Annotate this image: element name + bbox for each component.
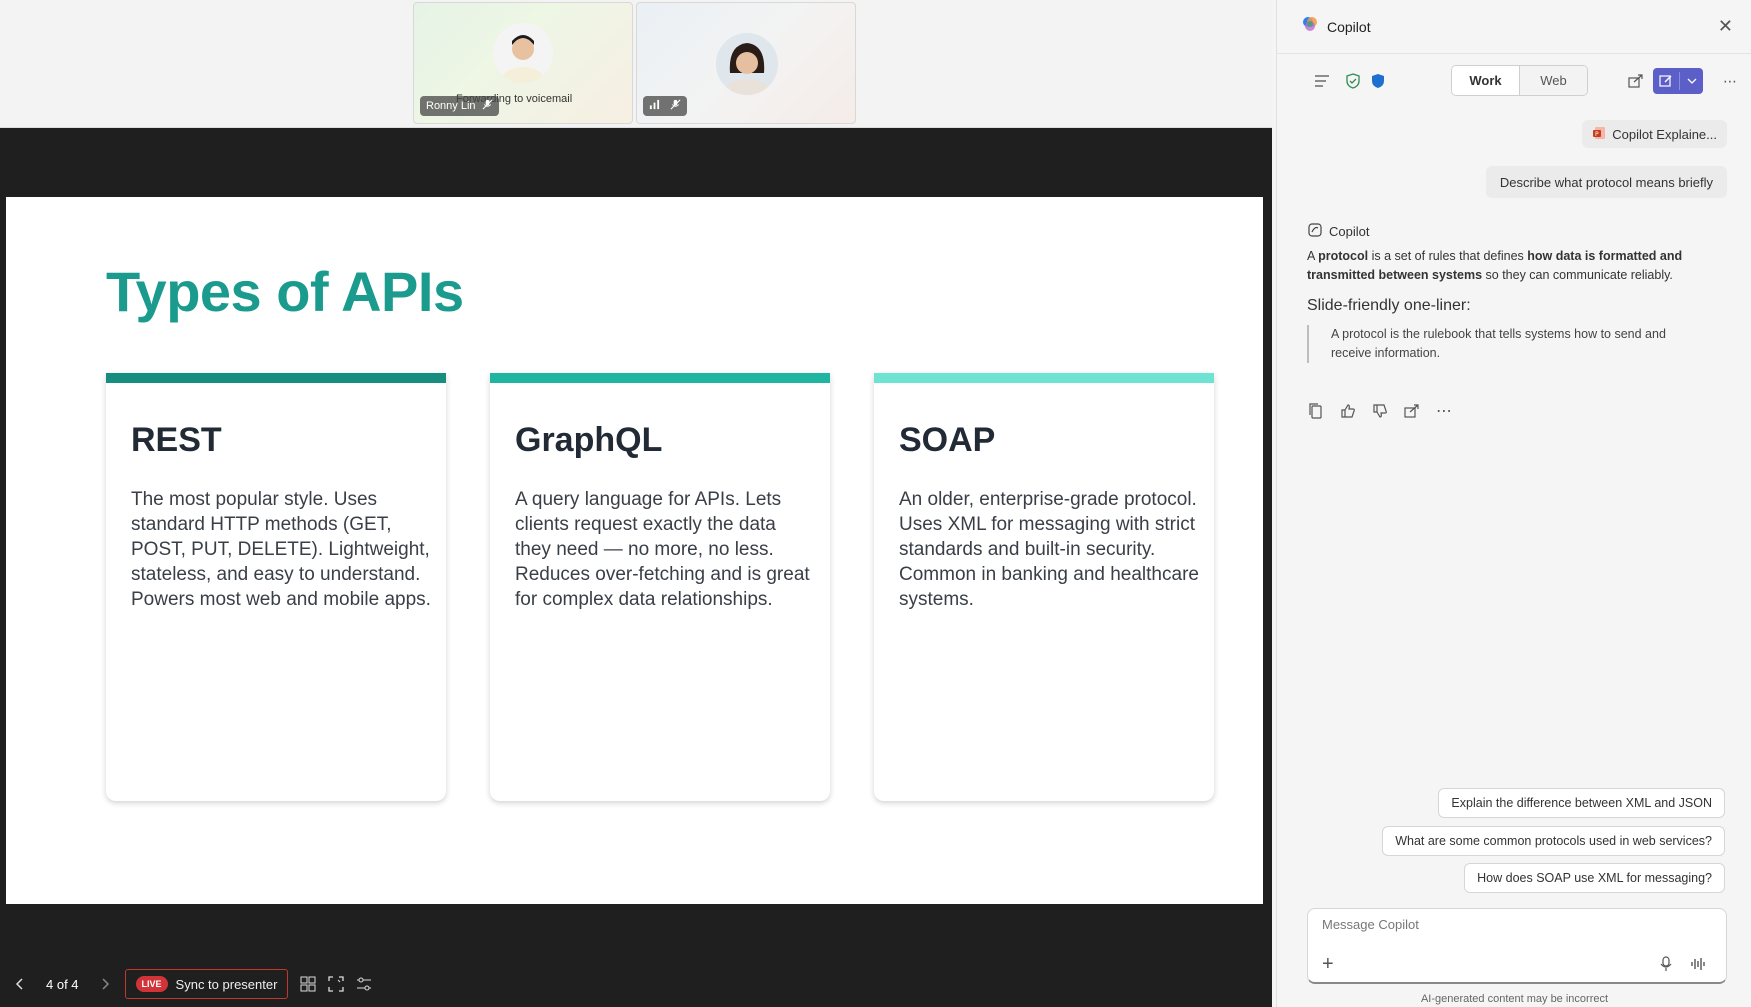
voice-mode-icon[interactable] xyxy=(1690,956,1706,977)
thumbs-up-icon[interactable] xyxy=(1339,402,1357,420)
slide-title: Types of APIs xyxy=(106,260,464,323)
next-slide-chevron-icon[interactable] xyxy=(91,970,119,998)
message-composer: + xyxy=(1307,908,1727,984)
conversation-list-icon[interactable] xyxy=(1311,70,1333,92)
powerpoint-file-icon: P xyxy=(1592,126,1606,143)
suggestion-chip[interactable]: Explain the difference between XML and J… xyxy=(1438,788,1725,818)
file-chip-label: Copilot Explaine... xyxy=(1612,126,1717,142)
settings-sliders-icon[interactable] xyxy=(350,970,378,998)
shield-check-icon[interactable] xyxy=(1342,70,1364,92)
live-badge: LIVE xyxy=(135,976,168,992)
card-heading: SOAP xyxy=(899,421,996,459)
slide-page-indicator: 4 of 4 xyxy=(46,976,79,992)
card-accent-bar xyxy=(106,373,446,383)
message-input[interactable] xyxy=(1322,917,1702,932)
compose-icon xyxy=(1653,74,1679,88)
participant-name-pill: Ronny Lin xyxy=(420,96,499,116)
attached-file-chip[interactable]: P Copilot Explaine... xyxy=(1582,120,1727,148)
mic-muted-icon xyxy=(670,97,681,115)
suggestion-chip[interactable]: What are some common protocols used in w… xyxy=(1382,826,1725,856)
reply-actions: ⋯ xyxy=(1307,402,1453,420)
share-icon[interactable] xyxy=(1403,402,1421,420)
reply-text: so they can communicate reliably. xyxy=(1482,268,1673,282)
previous-slide-chevron-icon[interactable] xyxy=(6,970,34,998)
mic-muted-icon xyxy=(482,99,493,113)
sync-to-presenter-button[interactable]: LIVE Sync to presenter xyxy=(124,969,289,999)
svg-text:P: P xyxy=(1595,131,1599,138)
copilot-header: Copilot ✕ xyxy=(1277,0,1751,54)
suggestion-chip[interactable]: How does SOAP use XML for messaging? xyxy=(1464,863,1725,893)
card-heading: GraphQL xyxy=(515,421,663,459)
sync-label: Sync to presenter xyxy=(175,976,278,992)
reply-text: is a set of rules that defines xyxy=(1368,249,1528,263)
new-chat-button[interactable] xyxy=(1653,68,1703,94)
copilot-toolbar: Work Web ⋯ xyxy=(1277,64,1751,98)
copilot-title: Copilot xyxy=(1327,18,1371,35)
presentation-toolbar: 4 of 4 LIVE Sync to presenter xyxy=(0,966,420,1002)
participant-gallery: Forwarding to voicemail Ronny Lin xyxy=(0,0,1272,128)
api-card-soap: SOAP An older, enterprise-grade protocol… xyxy=(874,373,1214,801)
mode-web[interactable]: Web xyxy=(1520,66,1587,95)
copilot-logo-icon xyxy=(1301,15,1319,38)
api-card-rest: REST The most popular style. Uses standa… xyxy=(106,373,446,801)
more-options-icon[interactable]: ⋯ xyxy=(1719,70,1741,92)
share-icon[interactable] xyxy=(1625,70,1647,92)
card-accent-bar xyxy=(874,373,1214,383)
focus-icon[interactable] xyxy=(322,970,350,998)
participant-tile-second[interactable] xyxy=(636,2,856,124)
ai-disclaimer: AI-generated content may be incorrect xyxy=(1420,993,1609,1005)
card-body: The most popular style. Uses standard HT… xyxy=(131,489,431,610)
mode-work[interactable]: Work xyxy=(1452,66,1520,95)
more-options-icon[interactable]: ⋯ xyxy=(1435,402,1453,420)
copilot-panel: Copilot ✕ Work Web ⋯ P Copilot Explaine.… xyxy=(1276,0,1751,1007)
presentation-slide: Types of APIs REST The most popular styl… xyxy=(6,197,1263,904)
reply-author-name: Copilot xyxy=(1329,224,1370,239)
add-attachment-icon[interactable]: + xyxy=(1322,953,1334,976)
user-message-bubble: Describe what protocol means briefly xyxy=(1485,166,1727,198)
api-card-graphql: GraphQL A query language for APIs. Lets … xyxy=(490,373,830,801)
grid-view-icon[interactable] xyxy=(294,970,322,998)
card-body: An older, enterprise-grade protocol. Use… xyxy=(899,489,1199,610)
thumbs-down-icon[interactable] xyxy=(1371,402,1389,420)
shield-icon[interactable] xyxy=(1367,70,1389,92)
reply-heading: Slide-friendly one-liner: xyxy=(1307,297,1471,314)
card-heading: REST xyxy=(131,421,222,459)
meeting-stage: Forwarding to voicemail Ronny Lin Types … xyxy=(0,0,1272,1007)
chevron-down-icon[interactable] xyxy=(1680,78,1703,84)
avatar xyxy=(493,23,553,83)
signal-icon xyxy=(649,97,660,115)
participant-tile-ronny[interactable]: Forwarding to voicemail Ronny Lin xyxy=(413,2,633,124)
copilot-outline-icon xyxy=(1307,222,1323,241)
copy-icon[interactable] xyxy=(1307,402,1325,420)
participant-icons-pill xyxy=(643,96,687,116)
microphone-icon[interactable] xyxy=(1660,956,1672,977)
avatar xyxy=(716,33,778,95)
card-accent-bar xyxy=(490,373,830,383)
work-web-toggle: Work Web xyxy=(1451,65,1588,96)
card-body: A query language for APIs. Lets clients … xyxy=(515,489,810,610)
close-icon[interactable]: ✕ xyxy=(1718,16,1733,37)
reply-bold-text: protocol xyxy=(1318,249,1369,263)
reply-body: A protocol is a set of rules that define… xyxy=(1307,247,1727,285)
reply-quote: A protocol is the rulebook that tells sy… xyxy=(1307,325,1697,363)
reply-text: A xyxy=(1307,249,1319,263)
copilot-reply: Copilot A protocol is a set of rules tha… xyxy=(1307,222,1727,363)
participant-name: Ronny Lin xyxy=(426,100,476,112)
reply-author: Copilot xyxy=(1307,222,1727,241)
